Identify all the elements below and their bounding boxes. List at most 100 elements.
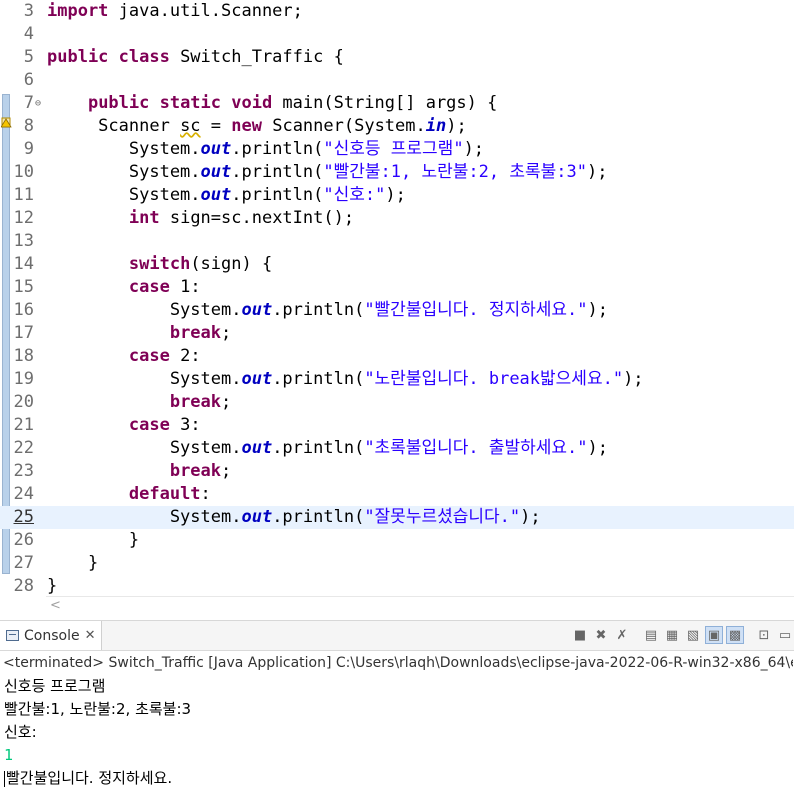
code-line[interactable]: 28} [0,575,794,598]
code-text[interactable]: default: [47,483,211,506]
code-text[interactable]: break; [47,391,231,414]
pin-console-icon[interactable]: ⊡ [755,626,773,644]
code-text[interactable]: System.out.println("초록불입니다. 출발하세요."); [47,437,608,460]
code-line[interactable]: 18 case 2: [0,345,794,368]
code-text[interactable]: System.out.println("빨간불입니다. 정지하세요."); [47,299,608,322]
code-text[interactable]: System.out.println("빨간불:1, 노란불:2, 초록불:3"… [47,161,608,184]
line-number: 21 [13,415,34,435]
show-on-error-icon[interactable]: ▩ [726,626,744,644]
line-number: 3 [23,1,34,21]
code-line[interactable]: 26 } [0,529,794,552]
code-text[interactable]: break; [47,460,231,483]
line-number: 20 [13,392,34,412]
code-text[interactable]: public static void main(String[] args) { [47,92,497,115]
console-line-text: 1 [4,746,14,764]
code-line[interactable]: 16 System.out.println("빨간불입니다. 정지하세요."); [0,299,794,322]
scroll-lock-icon[interactable]: ▦ [663,626,681,644]
code-line[interactable]: 6 [0,69,794,92]
console-tab-bar: Console ✕ ■ ✖ ✗ ▤ ▦ ▧ ▣ ▩ ⊡ ▭ [0,621,794,651]
code-line[interactable]: 25 System.out.println("잘못누르셨습니다."); [0,506,794,529]
code-line[interactable]: 22 System.out.println("초록불입니다. 출발하세요."); [0,437,794,460]
code-text[interactable]: switch(sign) { [47,253,272,276]
code-text[interactable]: case 3: [47,414,201,437]
code-line[interactable]: 9 System.out.println("신호등 프로그램"); [0,138,794,161]
line-number: 22 [13,438,34,458]
code-text[interactable]: break; [47,322,231,345]
code-line[interactable]: 10 System.out.println("빨간불:1, 노란불:2, 초록불… [0,161,794,184]
line-number: 13 [13,231,34,251]
console-view[interactable]: Console ✕ ■ ✖ ✗ ▤ ▦ ▧ ▣ ▩ ⊡ ▭ <terminate… [0,620,794,802]
code-text[interactable]: import java.util.Scanner; [47,0,303,23]
line-number: 17 [13,323,34,343]
code-text[interactable]: } [47,552,98,575]
line-number: 5 [23,47,34,67]
console-line-text: 신호등 프로그램 [4,677,106,695]
code-text[interactable]: int sign=sc.nextInt(); [47,207,354,230]
code-text[interactable]: System.out.println("신호등 프로그램"); [47,138,484,161]
code-text[interactable]: case 1: [47,276,201,299]
code-line[interactable]: 5 public class Switch_Traffic { [0,46,794,69]
line-number: 10 [13,162,34,182]
line-number: 4 [23,24,34,44]
line-number: 6 [23,70,34,90]
show-on-output-icon[interactable]: ▣ [705,626,723,644]
code-line[interactable]: 19 System.out.println("노란불입니다. break밟으세요… [0,368,794,391]
console-icon [6,630,19,641]
terminate-icon[interactable]: ■ [571,626,589,644]
code-text[interactable]: System.out.println("신호:"); [47,184,406,207]
code-line[interactable]: 7 ⊖ public static void main(String[] args… [0,92,794,115]
line-number: 23 [13,461,34,481]
word-wrap-icon[interactable]: ▧ [684,626,702,644]
scroll-left-icon[interactable]: < [50,598,61,613]
code-text[interactable]: } [47,575,57,598]
remove-all-icon[interactable]: ✗ [613,626,631,644]
console-output-line: 신호: [4,721,792,744]
code-line[interactable]: 14 switch(sign) { [0,253,794,276]
code-line[interactable]: 23 break; [0,460,794,483]
close-icon[interactable]: ✕ [85,628,96,643]
console-line-text: 신호: [4,723,37,741]
line-number: 26 [13,530,34,550]
code-line[interactable]: 13 [0,230,794,253]
code-line[interactable]: 12 int sign=sc.nextInt(); [0,207,794,230]
code-text[interactable]: } [47,529,139,552]
console-output[interactable]: 신호등 프로그램 빨간불:1, 노란불:2, 초록불:3 신호: 1 빨간불입니다. 정… [4,675,792,790]
console-tab[interactable]: Console ✕ [0,621,103,650]
line-number: 12 [13,208,34,228]
code-text[interactable]: public class Switch_Traffic { [47,46,344,69]
code-line[interactable]: 24 default: [0,483,794,506]
code-line[interactable]: 11 System.out.println("신호:"); [0,184,794,207]
code-editor[interactable]: 3 import java.util.Scanner; 4 5 public class… [0,0,794,598]
line-number: 27 [13,553,34,573]
line-number: 15 [13,277,34,297]
console-toolbar: ■ ✖ ✗ ▤ ▦ ▧ ▣ ▩ ⊡ ▭ [571,624,794,646]
code-line[interactable]: 4 [0,23,794,46]
code-line[interactable]: 17 break; [0,322,794,345]
code-text[interactable]: System.out.println("잘못누르셨습니다."); [47,506,541,529]
code-line[interactable]: 3 import java.util.Scanner; [0,0,794,23]
line-number: 16 [13,300,34,320]
horizontal-scrollbar[interactable]: < [46,596,794,617]
console-tab-label: Console [24,627,80,644]
code-line[interactable]: 8 Scanner sc = new Scanner(System.in); [0,115,794,138]
code-text[interactable]: System.out.println("노란불입니다. break밟으세요.")… [47,368,644,391]
console-output-line: 신호등 프로그램 [4,675,792,698]
line-number: 19 [13,369,34,389]
clear-console-icon[interactable]: ▤ [642,626,660,644]
display-console-icon[interactable]: ▭ [776,626,794,644]
remove-launch-icon[interactable]: ✖ [592,626,610,644]
line-number: 28 [13,576,34,596]
code-line[interactable]: 27 } [0,552,794,575]
console-output-line: 빨간불입니다. 정지하세요. [4,767,792,790]
code-text[interactable]: case 2: [47,345,201,368]
line-number: 11 [13,185,34,205]
code-text[interactable]: Scanner sc = new Scanner(System.in); [47,115,467,138]
line-number: 24 [13,484,34,504]
line-number: 8 [23,116,34,136]
code-line[interactable]: 21 case 3: [0,414,794,437]
terminated-status: <terminated> Switch_Traffic [Java Applic… [3,655,793,671]
line-number: 9 [23,139,34,159]
fold-collapse-icon[interactable]: ⊖ [35,92,41,115]
code-line[interactable]: 15 case 1: [0,276,794,299]
code-line[interactable]: 20 break; [0,391,794,414]
